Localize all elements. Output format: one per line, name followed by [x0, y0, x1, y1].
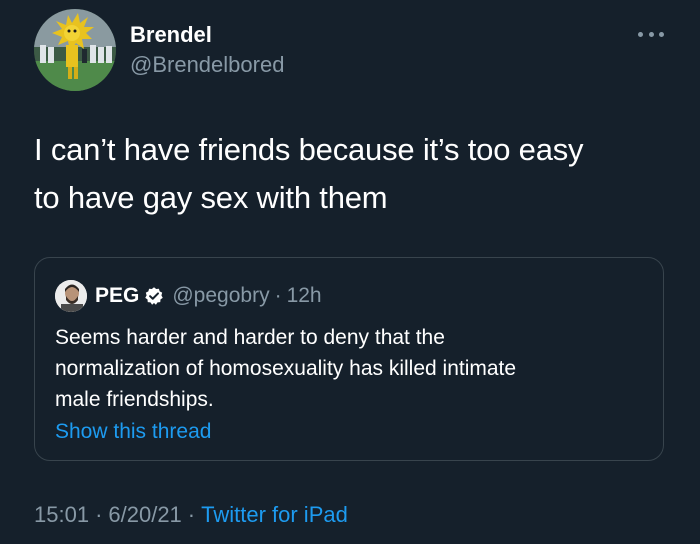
tweet-source-link[interactable]: Twitter for iPad: [201, 502, 348, 527]
quoted-author-display-name: PEG: [95, 284, 140, 307]
more-dot: [648, 31, 654, 37]
tweet-metadata: 15:01 · 6/20/21 · Twitter for iPad: [34, 502, 348, 528]
quoted-author-handle: @pegobry: [172, 284, 270, 307]
more-horizontal-icon[interactable]: [638, 26, 664, 42]
tweet-detail: Brendel @Brendelbored I can’t have frien…: [0, 0, 700, 544]
quoted-tweet-time: 12h: [286, 284, 322, 307]
author-display-name[interactable]: Brendel: [130, 22, 212, 48]
meta-separator: ·: [187, 502, 196, 527]
more-dot: [659, 31, 664, 37]
quoted-tweet-text: Seems harder and harder to deny that the…: [55, 322, 645, 415]
more-dot: [638, 31, 643, 37]
author-avatar-image: [34, 9, 116, 91]
quoted-text-line: Seems harder and harder to deny that the: [55, 326, 445, 349]
verified-badge-icon: [145, 287, 164, 305]
author-handle[interactable]: @Brendelbored: [130, 52, 284, 78]
tweet-text-line: I can’t have friends because it’s too ea…: [34, 132, 584, 167]
tweet-text: I can’t have friends because it’s too ea…: [34, 126, 674, 222]
quoted-author-avatar-image: [55, 280, 87, 312]
quoted-text-line: male friendships.: [55, 388, 214, 411]
quoted-author-avatar: [55, 280, 87, 312]
quoted-separator: ·: [274, 284, 282, 307]
show-this-thread-link[interactable]: Show this thread: [55, 420, 211, 444]
quoted-tweet-header: PEG @pegobry · 12h: [55, 280, 322, 312]
author-avatar[interactable]: [34, 9, 116, 91]
tweet-time: 15:01: [34, 502, 90, 527]
quoted-text-line: normalization of homosexuality has kille…: [55, 357, 517, 380]
quoted-tweet-card[interactable]: PEG @pegobry · 12h Seems harder and hard…: [34, 257, 664, 461]
tweet-text-line: to have gay sex with them: [34, 180, 388, 215]
meta-separator: ·: [95, 502, 103, 527]
tweet-date: 6/20/21: [108, 502, 182, 527]
